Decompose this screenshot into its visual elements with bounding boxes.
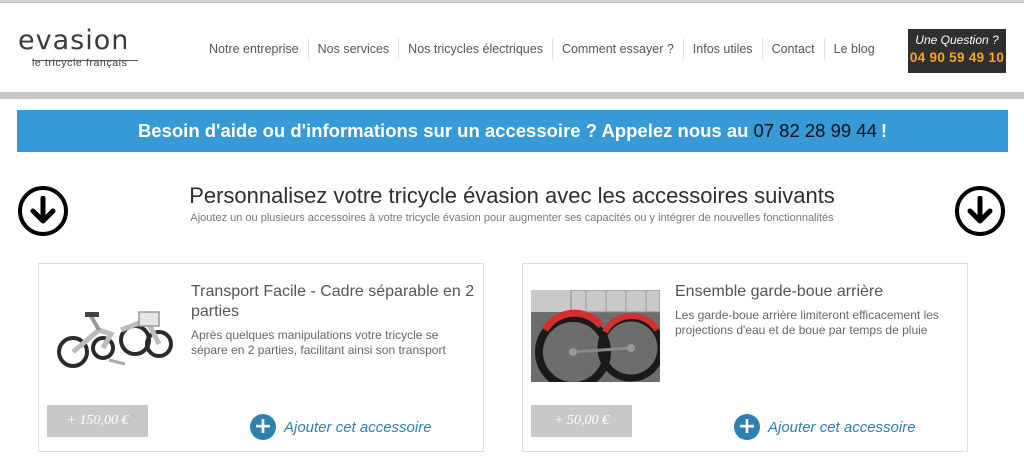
header-separator: [0, 92, 1024, 99]
question-label: Une Question ?: [915, 33, 999, 47]
accessory-image-rear-mudguards[interactable]: [531, 290, 660, 382]
logo-underline: [32, 60, 138, 61]
add-accessory-button[interactable]: + Ajouter cet accessoire: [734, 414, 916, 440]
accessory-title[interactable]: Ensemble garde-boue arrière: [675, 282, 960, 302]
top-border: [0, 0, 1024, 3]
accessory-image-split-frame[interactable]: [51, 290, 177, 382]
question-phone[interactable]: 04 90 59 49 10: [908, 48, 1006, 68]
nav-item-notre-entreprise[interactable]: Notre entreprise: [200, 38, 309, 60]
logo-tagline: le tricycle français: [32, 57, 128, 69]
accessory-price: + 50,00 €: [531, 405, 632, 437]
nav-item-infos-utiles[interactable]: Infos utiles: [684, 38, 763, 60]
plus-circle-icon: +: [250, 414, 276, 440]
nav-item-nos-services[interactable]: Nos services: [309, 38, 400, 60]
nav-item-contact[interactable]: Contact: [763, 38, 825, 60]
add-accessory-button[interactable]: + Ajouter cet accessoire: [250, 414, 432, 440]
accessory-description: Après quelques manipulations votre tricy…: [191, 328, 446, 357]
accessory-price: + 150,00 €: [47, 405, 148, 437]
help-banner: Besoin d'aide ou d'informations sur un a…: [17, 110, 1008, 152]
plus-circle-icon: +: [734, 414, 760, 440]
accessory-description: Les garde-boue arrière limiteront effica…: [675, 308, 939, 337]
logo[interactable]: ev a sion le tricycle français: [18, 26, 158, 72]
help-banner-phone[interactable]: 07 82 28 99 44: [753, 120, 876, 141]
question-box[interactable]: Une Question ? 04 90 59 49 10: [908, 29, 1006, 73]
add-accessory-label: Ajouter cet accessoire: [768, 418, 916, 436]
section-title: Personnalisez votre tricycle évasion ave…: [189, 183, 835, 208]
help-banner-text: Besoin d'aide ou d'informations sur un a…: [137, 120, 749, 141]
accessory-title[interactable]: Transport Facile - Cadre séparable en 2 …: [191, 282, 476, 322]
section-subtitle: Ajoutez un ou plusieurs accessoires à vo…: [190, 212, 834, 224]
accessory-card: Transport Facile - Cadre séparable en 2 …: [38, 263, 484, 452]
nav-item-comment-essayer[interactable]: Comment essayer ?: [553, 38, 684, 60]
nav-item-le-blog[interactable]: Le blog: [825, 38, 884, 60]
main-nav: Notre entreprise Nos services Nos tricyc…: [200, 38, 884, 60]
nav-item-nos-tricycles[interactable]: Nos tricycles électriques: [399, 38, 553, 60]
add-accessory-label: Ajouter cet accessoire: [284, 418, 432, 436]
help-banner-suffix: !: [880, 120, 888, 141]
accessory-card: Ensemble garde-boue arrière Les garde-bo…: [522, 263, 968, 452]
logo-wordmark: ev a sion: [18, 25, 130, 56]
